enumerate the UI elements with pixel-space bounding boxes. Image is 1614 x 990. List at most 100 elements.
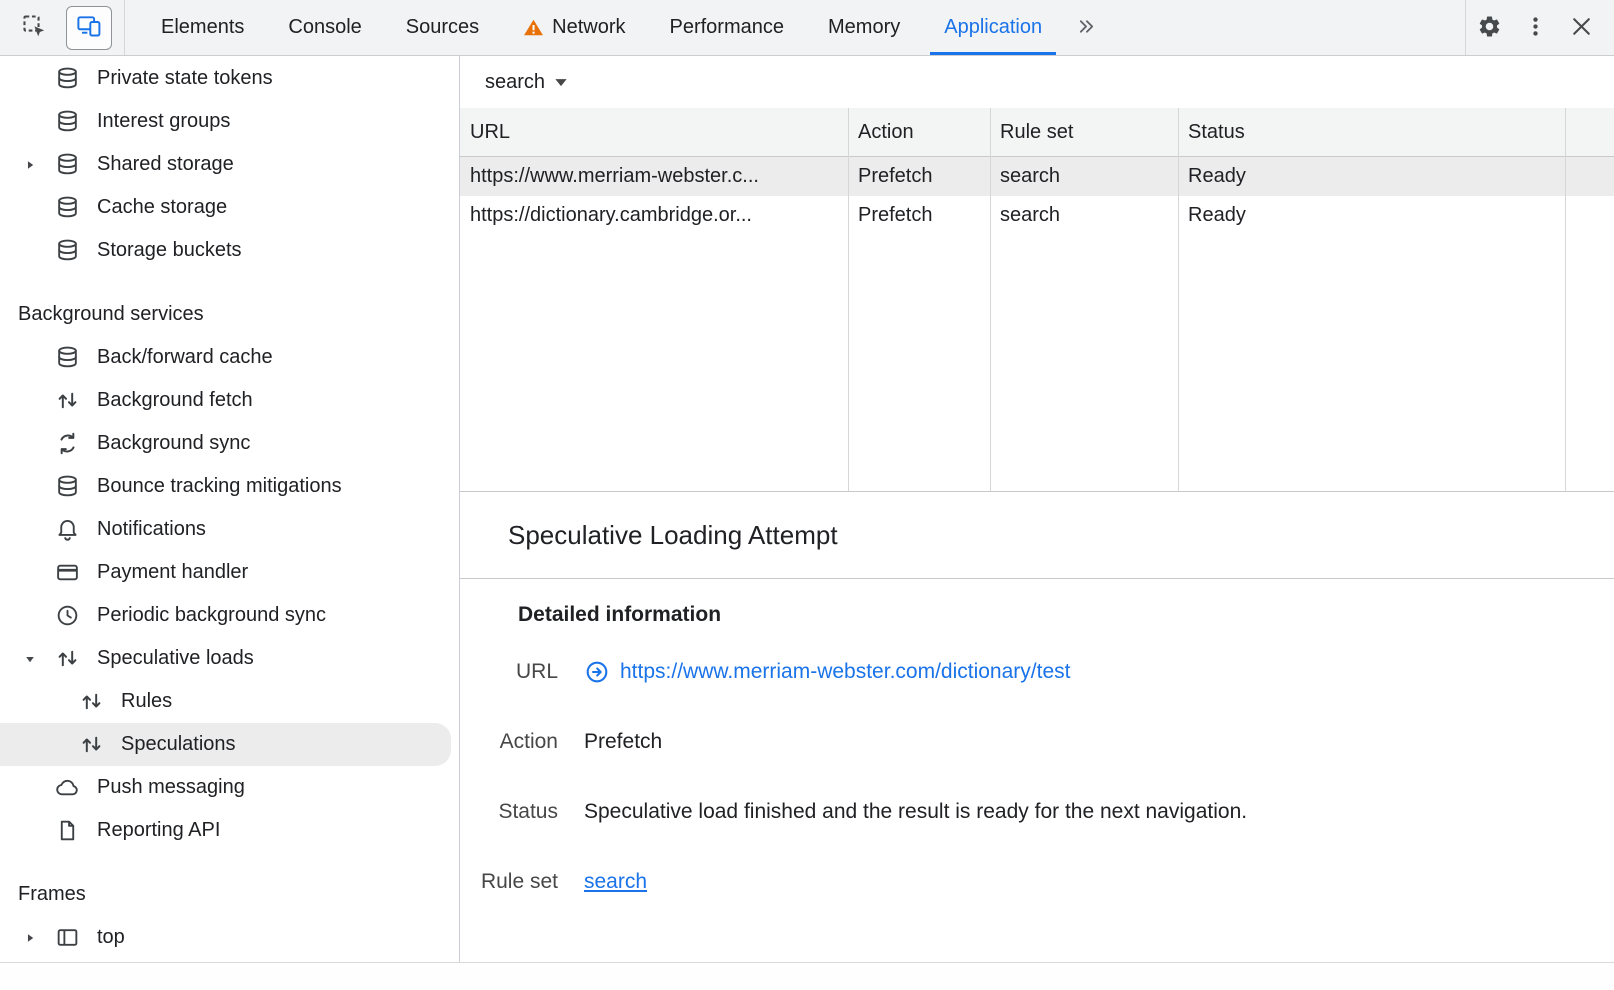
toolbar-divider: [124, 0, 125, 55]
up-down-arrows-icon: [55, 388, 80, 413]
table-row[interactable]: https://www.merriam-webster.c... Prefetc…: [460, 157, 1614, 196]
detail-row-rule-set: Rule set search: [460, 847, 1614, 917]
sidebar-item-label: Bounce tracking mitigations: [97, 475, 342, 498]
cell-status: Ready: [1178, 165, 1565, 188]
inspect-icon: [21, 13, 47, 42]
sidebar-item-periodic-background-sync[interactable]: Periodic background sync: [0, 594, 459, 637]
tab-label: Console: [288, 16, 361, 39]
column-divider: [1178, 108, 1179, 491]
rule-set-link[interactable]: search: [584, 870, 647, 894]
sidebar-item-reporting-api[interactable]: Reporting API: [0, 809, 459, 852]
sidebar-item-label: Speculative loads: [97, 647, 254, 670]
sidebar-item-label: Periodic background sync: [97, 604, 326, 627]
sidebar-item-label: Shared storage: [97, 153, 234, 176]
devtools-toolbar: Elements Console Sources Network Perform…: [0, 0, 1614, 56]
tab-elements[interactable]: Elements: [139, 0, 266, 55]
cell-status: Ready: [1178, 204, 1565, 227]
detail-row-url: URL https://www.merriam-webster.com/dict…: [460, 637, 1614, 707]
sidebar-item-background-fetch[interactable]: Background fetch: [0, 379, 459, 422]
up-down-arrows-icon: [79, 689, 104, 714]
table-row[interactable]: https://dictionary.cambridge.or... Prefe…: [460, 196, 1614, 235]
device-toolbar-toggle[interactable]: [66, 6, 112, 50]
reveal-url-icon[interactable]: [584, 659, 610, 685]
sidebar-item-label: Rules: [121, 690, 172, 713]
tab-console[interactable]: Console: [266, 0, 383, 55]
sidebar-item-notifications[interactable]: Notifications: [0, 508, 459, 551]
tab-memory[interactable]: Memory: [806, 0, 922, 55]
column-header-action[interactable]: Action: [848, 121, 990, 144]
database-icon: [55, 66, 80, 91]
more-options-button[interactable]: [1514, 7, 1556, 49]
inspect-element-button[interactable]: [12, 7, 56, 49]
sidebar-item-background-sync[interactable]: Background sync: [0, 422, 459, 465]
sidebar-item-label: Back/forward cache: [97, 346, 273, 369]
sidebar-item-push-messaging[interactable]: Push messaging: [0, 766, 459, 809]
column-header-url[interactable]: URL: [460, 121, 848, 144]
attempt-url-link[interactable]: https://www.merriam-webster.com/dictiona…: [620, 660, 1070, 684]
sidebar-item-private-state-tokens[interactable]: Private state tokens: [0, 57, 459, 100]
cell-action: Prefetch: [848, 204, 990, 227]
tab-label: Memory: [828, 16, 900, 39]
sidebar-item-interest-groups[interactable]: Interest groups: [0, 100, 459, 143]
column-header-status[interactable]: Status: [1178, 121, 1565, 144]
device-toolbar-icon: [76, 13, 102, 42]
sidebar-item-speculations[interactable]: Speculations: [0, 723, 451, 766]
frames-header: Frames: [0, 873, 459, 916]
cell-url: https://dictionary.cambridge.or...: [460, 204, 848, 227]
url-label: URL: [460, 660, 558, 684]
sidebar-item-label: Reporting API: [97, 819, 220, 842]
sidebar-item-shared-storage[interactable]: Shared storage: [0, 143, 459, 186]
bottom-edge: [0, 962, 1614, 990]
status-value: Speculative load finished and the result…: [584, 800, 1247, 824]
sidebar-item-top-frame[interactable]: top: [0, 916, 459, 959]
expand-arrow-icon[interactable]: [18, 931, 42, 945]
column-divider: [1565, 108, 1566, 491]
database-icon: [55, 238, 80, 263]
action-value: Prefetch: [584, 730, 662, 754]
speculations-toolbar: search: [460, 56, 1614, 108]
more-tabs-button[interactable]: [1064, 0, 1108, 55]
frame-icon: [55, 925, 80, 950]
kebab-menu-icon: [1523, 14, 1548, 42]
speculations-view: search URL Action Rule set Status https: [460, 56, 1614, 962]
cloud-icon: [55, 775, 80, 800]
collapse-arrow-icon[interactable]: [18, 652, 42, 666]
speculations-table: URL Action Rule set Status https://www.m…: [460, 108, 1614, 492]
close-devtools-button[interactable]: [1560, 7, 1602, 49]
sidebar-item-label: Background sync: [97, 432, 250, 455]
database-icon: [55, 195, 80, 220]
sidebar-item-bounce-tracking-mitigations[interactable]: Bounce tracking mitigations: [0, 465, 459, 508]
ruleset-filter-dropdown[interactable]: search: [485, 71, 568, 94]
sidebar-item-back-forward-cache[interactable]: Back/forward cache: [0, 336, 459, 379]
detail-row-status: Status Speculative load finished and the…: [460, 777, 1614, 847]
sidebar-item-cache-storage[interactable]: Cache storage: [0, 186, 459, 229]
column-divider: [848, 108, 849, 491]
background-services-header: Background services: [0, 293, 459, 336]
sidebar-item-label: Push messaging: [97, 776, 245, 799]
tab-sources[interactable]: Sources: [384, 0, 501, 55]
devtools-window: Elements Console Sources Network Perform…: [0, 0, 1614, 990]
settings-gear-icon: [1477, 14, 1502, 42]
sidebar-item-rules[interactable]: Rules: [0, 680, 459, 723]
tab-network[interactable]: Network: [501, 0, 647, 55]
document-icon: [55, 818, 80, 843]
settings-button[interactable]: [1468, 7, 1510, 49]
action-label: Action: [460, 730, 558, 754]
sidebar-item-label: Private state tokens: [97, 67, 273, 90]
database-icon: [55, 109, 80, 134]
sidebar-item-payment-handler[interactable]: Payment handler: [0, 551, 459, 594]
details-heading: Detailed information: [518, 593, 1614, 637]
sidebar-item-storage-buckets[interactable]: Storage buckets: [0, 229, 459, 272]
tab-performance[interactable]: Performance: [648, 0, 807, 55]
tab-application[interactable]: Application: [922, 0, 1064, 55]
sidebar-item-label: Interest groups: [97, 110, 230, 133]
payment-card-icon: [55, 560, 80, 585]
database-icon: [55, 474, 80, 499]
sidebar-item-label: top: [97, 926, 125, 949]
database-icon: [55, 345, 80, 370]
expand-arrow-icon[interactable]: [18, 158, 42, 172]
tab-label: Application: [944, 16, 1042, 39]
column-header-rule-set[interactable]: Rule set: [990, 121, 1178, 144]
sidebar-item-speculative-loads[interactable]: Speculative loads: [0, 637, 459, 680]
sidebar-item-label: Notifications: [97, 518, 206, 541]
